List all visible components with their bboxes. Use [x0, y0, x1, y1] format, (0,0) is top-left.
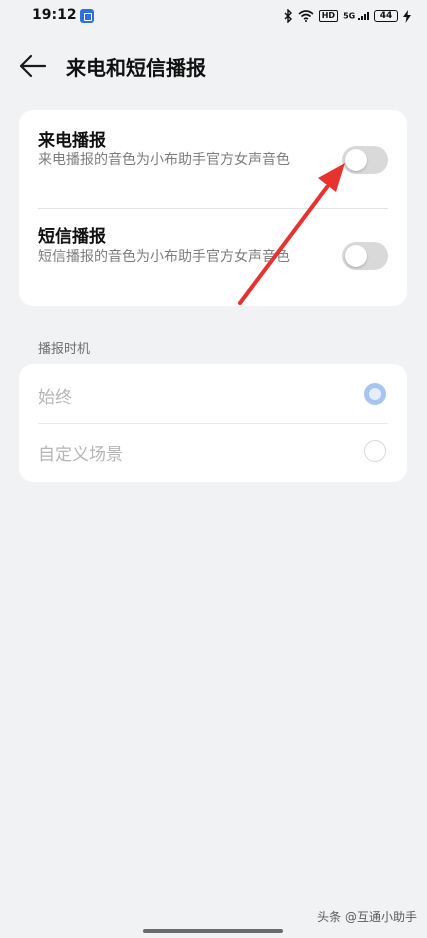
hd-icon: HD — [318, 10, 339, 22]
call-announce-toggle[interactable] — [342, 146, 388, 174]
app-bar: 来电和短信播报 — [0, 40, 427, 92]
toggle-knob — [345, 245, 367, 267]
sms-announce-title: 短信播报 — [38, 227, 106, 247]
announce-card: 来电播报 来电播报的音色为小布助手官方女声音色 短信播报 短信播报的音色为小布助… — [19, 110, 407, 306]
charging-icon — [403, 9, 411, 23]
back-arrow-icon[interactable] — [18, 53, 48, 79]
battery-icon: 44 — [374, 10, 398, 22]
timing-card: 始终 自定义场景 — [19, 364, 407, 482]
watermark: 头条 @互通小助手 — [317, 910, 417, 924]
option-label: 自定义场景 — [38, 445, 123, 465]
radio-selected[interactable] — [364, 383, 386, 405]
call-announce-title: 来电播报 — [38, 131, 106, 151]
timing-section-label: 播报时机 — [38, 342, 91, 357]
bluetooth-icon — [284, 9, 292, 23]
signal-5g-icon: 5G — [343, 11, 369, 21]
status-time: 19:12 — [32, 7, 77, 23]
toggle-knob — [345, 149, 367, 171]
divider — [38, 208, 388, 209]
call-announce-description: 来电播报的音色为小布助手官方女声音色 — [38, 152, 290, 168]
wifi-icon — [298, 10, 314, 22]
notification-app-icon — [80, 9, 94, 23]
status-bar: 19:12 HD 5G 44 — [0, 0, 427, 32]
sms-announce-description: 短信播报的音色为小布助手官方女声音色 — [38, 249, 290, 265]
radio-unselected[interactable] — [364, 440, 386, 462]
page-title: 来电和短信播报 — [66, 56, 206, 80]
sms-announce-toggle[interactable] — [342, 242, 388, 270]
option-label: 始终 — [38, 388, 72, 408]
status-icons: HD 5G 44 — [284, 7, 411, 25]
home-indicator[interactable] — [143, 929, 283, 933]
divider — [38, 423, 388, 424]
